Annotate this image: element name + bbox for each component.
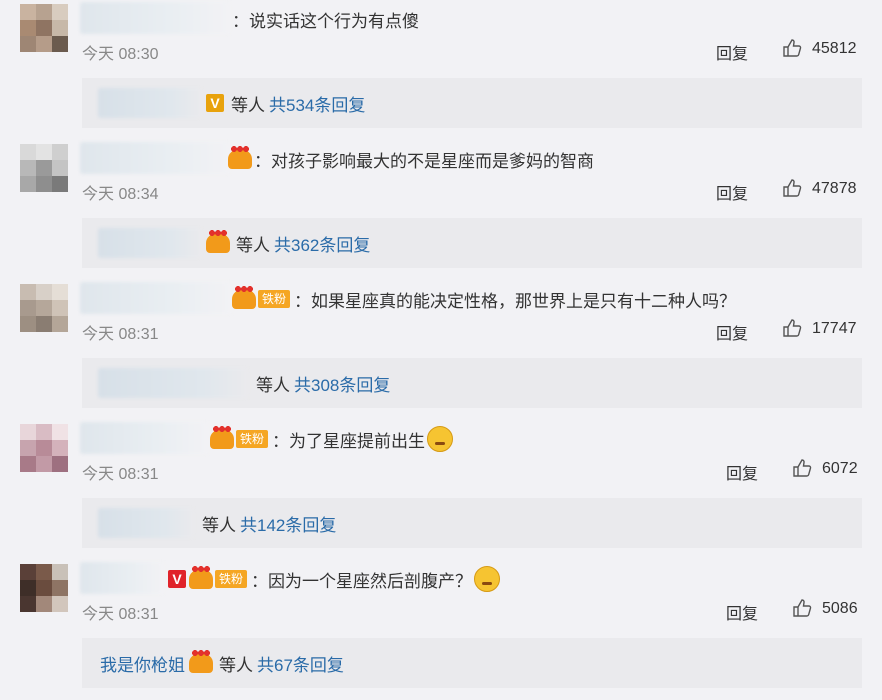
thumbs-up-icon[interactable] (792, 598, 812, 618)
username-blurred[interactable] (80, 2, 230, 34)
comment-text: ：对孩子影响最大的不是星座而是爹妈的智商 (228, 146, 594, 172)
reply-button[interactable]: 回复 (726, 460, 758, 484)
dizzy-emoji-icon (474, 566, 501, 592)
reply-count-link[interactable]: 共67条回复 (257, 651, 344, 676)
comment-item: 铁粉 ：为了星座提前出生 今天 08:31 回复 6072 等人 共142条回复 (0, 420, 882, 560)
thumbs-up-icon[interactable] (782, 318, 802, 338)
reply-count-link[interactable]: 共308条回复 (294, 371, 390, 396)
like-count: 45812 (812, 40, 857, 57)
reply-summary[interactable]: 等人 共362条回复 (82, 218, 862, 268)
comment-time: 今天 08:34 (82, 186, 159, 203)
comment-time: 今天 08:31 (82, 466, 159, 483)
like-count: 47878 (812, 180, 857, 197)
comment-item: V 铁粉 ：因为一个星座然后剖腹产？ 今天 08:31 回复 5086 我是你枪… (0, 560, 882, 700)
crown-icon (189, 650, 213, 673)
thumbs-up-icon[interactable] (792, 458, 812, 478)
reply-username-link[interactable]: 我是你枪姐 (100, 651, 185, 676)
like-count: 6072 (822, 460, 858, 477)
username-blurred[interactable] (80, 422, 208, 454)
reply-button[interactable]: 回复 (716, 40, 748, 64)
crown-icon (189, 566, 213, 589)
comment-text: V 铁粉 ：因为一个星座然后剖腹产？ (168, 566, 501, 592)
reply-summary[interactable]: V 等人 共534条回复 (82, 78, 862, 128)
reply-others-text: 等人 (219, 655, 253, 675)
avatar[interactable] (20, 564, 68, 612)
reply-others-text: 等人 (202, 515, 236, 535)
crown-icon (210, 426, 234, 449)
reply-summary[interactable]: 我是你枪姐 等人 共67条回复 (82, 638, 862, 688)
crown-icon (232, 286, 256, 309)
like-count: 17747 (812, 320, 857, 337)
crown-icon (228, 146, 252, 169)
thumbs-up-icon[interactable] (782, 178, 802, 198)
comment-item: 铁粉 ：如果星座真的能决定性格，那世界上是只有十二种人吗？ 今天 08:31 回… (0, 280, 882, 420)
comment-item: ：对孩子影响最大的不是星座而是爹妈的智商 今天 08:34 回复 47878 等… (0, 140, 882, 280)
crown-icon (206, 230, 230, 253)
tiefen-badge: 铁粉 (258, 290, 291, 308)
comment-text: ：说实话这个行为有点傻 (232, 11, 419, 31)
reply-others-text: 等人 (256, 375, 290, 395)
tiefen-badge: 铁粉 (215, 570, 248, 588)
reply-summary[interactable]: 等人 共308条回复 (82, 358, 862, 408)
reply-username-blurred[interactable] (98, 368, 248, 398)
comment-time: 今天 08:30 (82, 46, 159, 63)
like-count: 5086 (822, 600, 858, 617)
reply-username-blurred[interactable] (98, 88, 202, 118)
reply-button[interactable]: 回复 (716, 180, 748, 204)
avatar[interactable] (20, 424, 68, 472)
username-blurred[interactable] (80, 142, 230, 174)
tiefen-badge: 铁粉 (236, 430, 269, 448)
comment-text: 铁粉 ：为了星座提前出生 (210, 426, 454, 452)
thumbs-up-icon[interactable] (782, 38, 802, 58)
comment-time: 今天 08:31 (82, 326, 159, 343)
reply-summary[interactable]: 等人 共142条回复 (82, 498, 862, 548)
reply-username-blurred[interactable] (98, 228, 202, 258)
avatar[interactable] (20, 4, 68, 52)
reply-others-text: 等人 (236, 235, 270, 255)
sweat-emoji-icon (427, 426, 454, 452)
reply-button[interactable]: 回复 (726, 600, 758, 624)
comment-text: 铁粉 ：如果星座真的能决定性格，那世界上是只有十二种人吗？ (232, 286, 736, 312)
username-blurred[interactable] (80, 282, 232, 314)
comment-item: ：说实话这个行为有点傻 今天 08:30 回复 45812 V 等人 共534条… (0, 0, 882, 140)
reply-count-link[interactable]: 共534条回复 (269, 91, 365, 116)
reply-username-blurred[interactable] (98, 508, 194, 538)
avatar[interactable] (20, 144, 68, 192)
v-badge-icon: V (206, 94, 224, 112)
reply-count-link[interactable]: 共142条回复 (240, 511, 336, 536)
reply-button[interactable]: 回复 (716, 320, 748, 344)
comment-time: 今天 08:31 (82, 606, 159, 623)
username-blurred[interactable] (80, 562, 164, 594)
reply-count-link[interactable]: 共362条回复 (274, 231, 370, 256)
reply-others-text: 等人 (231, 95, 265, 115)
v-badge-icon: V (168, 570, 186, 588)
avatar[interactable] (20, 284, 68, 332)
